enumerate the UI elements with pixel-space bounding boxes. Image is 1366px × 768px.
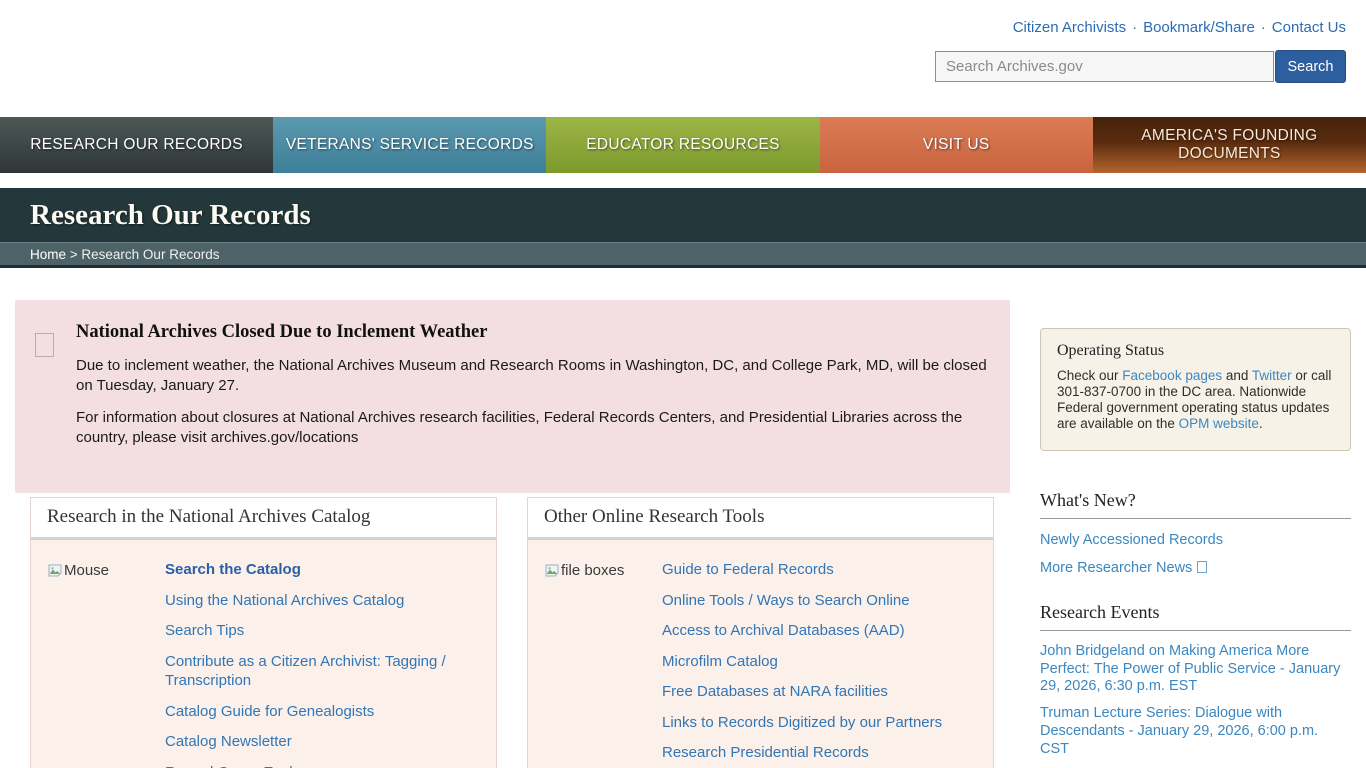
link-using-catalog[interactable]: Using the National Archives Catalog <box>165 591 482 611</box>
research-events-heading: Research Events <box>1040 602 1351 623</box>
section-divider <box>1040 630 1351 631</box>
broken-image-icon <box>47 563 63 579</box>
main-nav: RESEARCH OUR RECORDS VETERANS' SERVICE R… <box>0 117 1366 173</box>
research-events-section: Research Events John Bridgeland on Makin… <box>1040 602 1351 768</box>
page-banner: Research Our Records <box>0 188 1366 242</box>
link-research-presidential-records[interactable]: Research Presidential Records <box>662 743 979 763</box>
link-contact-us[interactable]: Contact Us <box>1272 19 1346 36</box>
link-search-the-catalog[interactable]: Search the Catalog <box>165 560 482 580</box>
nav-label: VISIT US <box>923 136 990 154</box>
link-aad[interactable]: Access to Archival Databases (AAD) <box>662 621 979 641</box>
nav-veterans-service-records[interactable]: VETERANS' SERVICE RECORDS <box>273 117 546 173</box>
image-alt-text: Mouse <box>64 562 109 579</box>
sidebar: Operating Status Check our Facebook page… <box>1040 328 1351 768</box>
nav-americas-founding-documents[interactable]: AMERICA'S FOUNDING DOCUMENTS <box>1093 117 1366 173</box>
missing-image-placeholder <box>35 333 54 357</box>
breadcrumb-separator: > <box>66 247 81 262</box>
link-search-tips[interactable]: Search Tips <box>165 621 482 641</box>
breadcrumb: Home > Research Our Records <box>0 242 1366 268</box>
link-twitter[interactable]: Twitter <box>1252 368 1292 383</box>
broken-image-icon <box>544 563 560 579</box>
link-catalog-newsletter[interactable]: Catalog Newsletter <box>165 732 482 752</box>
site-header: Citizen Archivists · Bookmark/Share · Contac… <box>0 0 1366 117</box>
nav-label: VETERANS' SERVICE RECORDS <box>286 136 534 154</box>
catalog-links: Search the Catalog Using the National Ar… <box>165 560 482 768</box>
nav-research-our-records[interactable]: RESEARCH OUR RECORDS <box>0 117 273 173</box>
closure-alert: National Archives Closed Due to Inclemen… <box>15 300 1010 493</box>
nav-label: EDUCATOR RESOURCES <box>586 136 779 154</box>
alert-paragraph: Due to inclement weather, the National A… <box>76 356 990 397</box>
link-newly-accessioned-records[interactable]: Newly Accessioned Records <box>1040 532 1351 548</box>
link-guide-federal-records[interactable]: Guide to Federal Records <box>662 560 979 580</box>
nav-label: AMERICA'S FOUNDING DOCUMENTS <box>1124 127 1334 163</box>
nav-educator-resources[interactable]: EDUCATOR RESOURCES <box>546 117 819 173</box>
tools-links: Guide to Federal Records Online Tools / … <box>662 560 979 768</box>
tools-panel: Other Online Research Tools file boxes G… <box>527 497 994 768</box>
link-bookmark-share[interactable]: Bookmark/Share <box>1143 19 1255 36</box>
whats-new-section: What's New? Newly Accessioned Records Mo… <box>1040 490 1351 576</box>
catalog-panel-title: Research in the National Archives Catalo… <box>31 498 496 540</box>
page-title: Research Our Records <box>30 199 311 232</box>
nav-label: RESEARCH OUR RECORDS <box>30 136 243 154</box>
event-link-bridgeland[interactable]: John Bridgeland on Making America More P… <box>1040 643 1351 696</box>
op-text-segment: and <box>1222 368 1252 383</box>
link-catalog-genealogists[interactable]: Catalog Guide for Genealogists <box>165 702 482 722</box>
link-opm-website[interactable]: OPM website <box>1179 416 1259 431</box>
alert-title: National Archives Closed Due to Inclemen… <box>76 322 990 343</box>
operating-status-title: Operating Status <box>1057 342 1334 360</box>
search-input[interactable] <box>935 51 1274 82</box>
link-microfilm-catalog[interactable]: Microfilm Catalog <box>662 652 979 672</box>
utility-separator: · <box>1261 19 1266 36</box>
nav-visit-us[interactable]: VISIT US <box>820 117 1093 173</box>
whats-new-heading: What's New? <box>1040 490 1351 511</box>
link-partner-digitized-records[interactable]: Links to Records Digitized by our Partne… <box>662 713 979 733</box>
site-search: Search <box>935 50 1346 83</box>
search-button[interactable]: Search <box>1275 50 1346 83</box>
op-text-segment: . <box>1259 416 1263 431</box>
catalog-panel: Research in the National Archives Catalo… <box>30 497 497 768</box>
link-label: More Researcher News <box>1040 560 1192 576</box>
section-divider <box>1040 518 1351 519</box>
event-link-truman-lecture[interactable]: Truman Lecture Series: Dialogue with Des… <box>1040 705 1351 758</box>
link-more-researcher-news[interactable]: More Researcher News <box>1040 560 1351 576</box>
alert-paragraph: For information about closures at Nation… <box>76 408 990 449</box>
link-free-databases[interactable]: Free Databases at NARA facilities <box>662 682 979 702</box>
missing-glyph-icon <box>1197 561 1207 573</box>
breadcrumb-current: Research Our Records <box>81 247 219 262</box>
utility-separator: · <box>1132 19 1137 36</box>
breadcrumb-home-link[interactable]: Home <box>30 247 66 262</box>
link-facebook-pages[interactable]: Facebook pages <box>1122 368 1222 383</box>
op-text-segment: Check our <box>1057 368 1122 383</box>
utility-links: Citizen Archivists · Bookmark/Share · Contac… <box>1013 19 1346 36</box>
link-citizen-archivists[interactable]: Citizen Archivists <box>1013 19 1126 36</box>
image-alt-text: file boxes <box>561 562 624 579</box>
operating-status-text: Check our Facebook pages and Twitter or … <box>1057 368 1334 432</box>
tools-panel-title: Other Online Research Tools <box>528 498 993 540</box>
link-online-tools[interactable]: Online Tools / Ways to Search Online <box>662 591 979 611</box>
link-citizen-archivist-contribute[interactable]: Contribute as a Citizen Archivist: Taggi… <box>165 652 482 691</box>
broken-image-file-boxes: file boxes <box>544 562 624 579</box>
broken-image-mouse: Mouse <box>47 562 109 579</box>
link-record-group-explorer[interactable]: Record Group Explorer <box>165 763 482 768</box>
operating-status-box: Operating Status Check our Facebook page… <box>1040 328 1351 451</box>
